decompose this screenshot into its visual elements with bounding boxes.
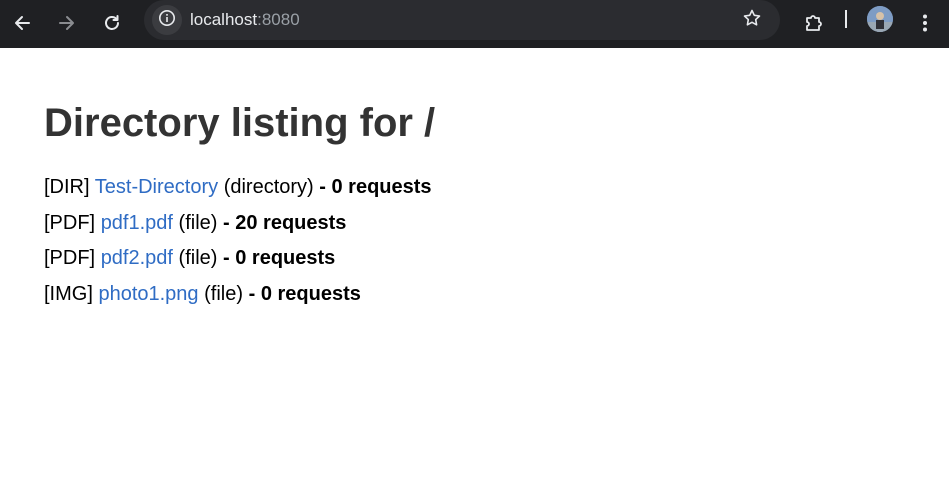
bookmark-button[interactable] [740,8,764,32]
kebab-menu-icon [922,13,928,33]
entry-separator: - [319,176,326,198]
puzzle-icon [803,12,825,34]
entry-requests: 0 requests [331,176,432,198]
entry-tag: [PDF] [44,247,96,269]
entry-requests: 0 requests [260,282,361,305]
url-port: :8080 [257,10,300,29]
url-host: localhost [190,10,258,29]
entry-requests: 0 requests [235,247,336,269]
entry-requests: 20 requests [235,211,347,234]
site-info-button[interactable] [152,5,182,35]
entry-kind: (file) [178,247,218,269]
entry-tag: [IMG] [44,282,93,305]
reload-icon [102,13,122,33]
directory-listing: [DIR] Test-Directory (directory) - 0 req… [44,170,432,312]
entry-separator: - [248,282,256,305]
list-item: [PDF] pdf1.pdf (file) - 20 requests [44,206,432,242]
entry-link[interactable]: Test-Directory [95,176,218,198]
entry-separator: - [223,247,230,269]
star-icon [742,8,762,33]
entry-separator: - [223,211,230,234]
list-item: [DIR] Test-Directory (directory) - 0 req… [44,170,432,206]
reload-button[interactable] [95,6,129,40]
extensions-button[interactable] [797,6,831,40]
avatar-image [867,6,893,32]
entry-link[interactable]: pdf2.pdf [101,247,173,269]
url-text[interactable]: localhost:8080 [190,9,300,31]
entry-kind: (file) [204,282,244,305]
forward-button[interactable] [50,6,84,40]
entry-kind: (directory) [223,176,314,198]
profile-avatar[interactable] [867,6,893,32]
entry-tag: [DIR] [44,176,90,198]
entry-tag: [PDF] [44,211,96,234]
list-item: [IMG] photo1.png (file) - 0 requests [44,277,432,313]
browser-toolbar: localhost:8080 [0,0,949,48]
entry-link[interactable]: pdf1.pdf [101,212,173,234]
entry-link[interactable]: photo1.png [98,283,198,305]
info-icon [158,9,176,32]
arrow-right-icon [57,13,77,33]
address-bar[interactable]: localhost:8080 [144,0,780,40]
list-item: [PDF] pdf2.pdf (file) - 0 requests [44,241,432,277]
menu-button[interactable] [908,6,942,40]
entry-kind: (file) [178,211,218,234]
page-title: Directory listing for / [44,101,436,145]
toolbar-divider [845,10,847,28]
arrow-left-icon [12,13,32,33]
back-button[interactable] [5,6,39,40]
